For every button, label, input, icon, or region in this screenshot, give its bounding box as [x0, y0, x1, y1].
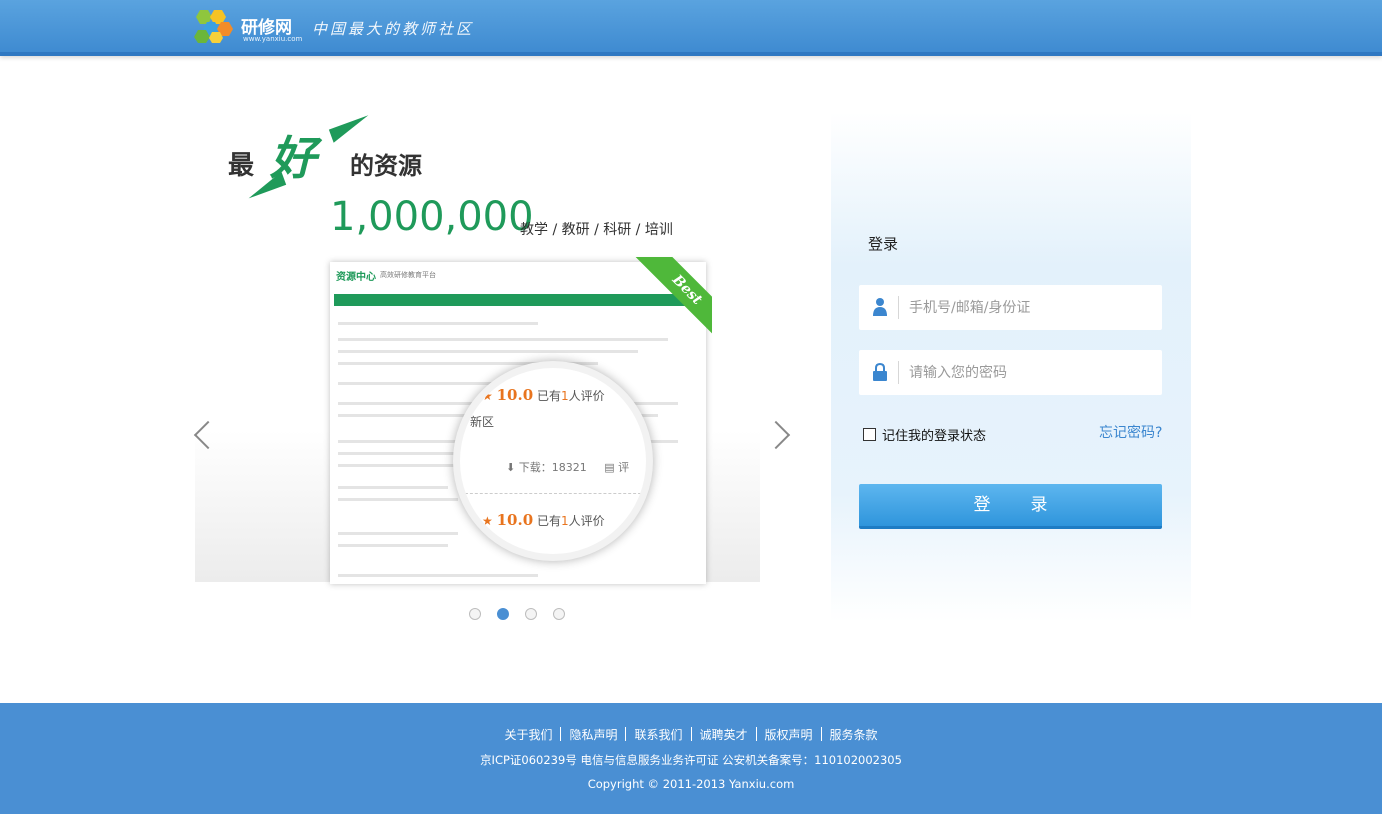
preview-text-line [338, 464, 458, 467]
lens-rating-row-top: ★ 10.0 已有1人评价 [482, 386, 605, 404]
carousel-dot[interactable] [525, 608, 537, 620]
preview-text-line [338, 544, 448, 547]
carousel-dot[interactable] [553, 608, 565, 620]
password-input[interactable] [907, 358, 1151, 388]
remember-me[interactable]: 记住我的登录状态 [863, 425, 986, 444]
preview-subtitle: 高效研修教育平台 [380, 271, 436, 279]
rating-count: 1 [560, 389, 569, 403]
logo-hexagons-icon[interactable] [192, 8, 236, 44]
lens-score: 10.0 [496, 386, 534, 404]
footer-link-contact[interactable]: 联系我们 [626, 728, 690, 742]
footer-link-terms[interactable]: 服务条款 [822, 728, 886, 742]
preview-text-line [338, 338, 668, 341]
preview-title: 资源中心 [336, 272, 376, 283]
lens-region-text: 新区 [470, 415, 495, 429]
download-arrow-icon: ⬇ [506, 461, 516, 474]
lens-download-row: ⬇ 下载：18321 ▤ 评 [506, 459, 629, 475]
lens-rating-row-bottom: ★ 10.0 已有1人评价 [482, 511, 605, 529]
logo-url: www.yanxiu.com [243, 35, 303, 43]
lock-icon [873, 362, 887, 381]
lens-downloads: 下载：18321 [518, 461, 587, 474]
username-input[interactable] [907, 293, 1151, 323]
footer-link-privacy[interactable]: 隐私声明 [561, 728, 625, 742]
username-field[interactable] [859, 285, 1162, 330]
hero-word-best: 最 [228, 151, 255, 181]
rating-text-a: 已有 [536, 514, 561, 528]
hero-word-good: 好 [270, 131, 316, 185]
login-button[interactable]: 登录 [859, 484, 1162, 529]
rating-count: 1 [560, 514, 569, 528]
preview-text-line [338, 498, 458, 501]
magnifier-lens: ★ 10.0 已有1人评价 新区 ⬇ 下载：18321 ▤ 评 ★ 10.0 已… [453, 361, 653, 561]
footer-link-copyright[interactable]: 版权声明 [757, 728, 821, 742]
swoosh-decoration [328, 115, 374, 143]
best-ribbon-label: Best [632, 257, 712, 337]
comment-icon: ▤ [604, 461, 615, 474]
footer-links: 关于我们 隐私声明 联系我们 诚聘英才 版权声明 服务条款 [0, 726, 1382, 743]
remember-label: 记住我的登录状态 [882, 429, 987, 444]
lens-score: 10.0 [496, 511, 534, 529]
best-ribbon: Best [632, 257, 712, 337]
footer-copyright: Copyright © 2011-2013 Yanxiu.com [587, 777, 795, 791]
rating-text-a: 已有 [536, 389, 561, 403]
hero-resource-count: 1,000,000 [330, 194, 534, 240]
lens-comment-partial: 评 [618, 461, 630, 474]
star-icon: ★ [482, 389, 493, 403]
header-slogan: 中国最大的教师社区 [312, 20, 475, 38]
footer: 关于我们 隐私声明 联系我们 诚聘英才 版权声明 服务条款 京ICP证060239号 电信… [0, 703, 1382, 814]
forgot-password-link[interactable]: 忘记密码? [1099, 422, 1162, 442]
carousel-dot[interactable] [469, 608, 481, 620]
login-title: 登录 [868, 235, 899, 253]
remember-checkbox[interactable] [863, 428, 876, 441]
rating-text-b: 人评价 [568, 514, 605, 528]
carousel-dot-active[interactable] [497, 608, 509, 620]
rating-text-b: 人评价 [568, 389, 605, 403]
carousel-next-arrow-icon[interactable] [761, 420, 791, 450]
hero-word-resources: 的资源 [350, 152, 422, 180]
lens-divider [460, 493, 646, 494]
password-field[interactable] [859, 350, 1162, 395]
preview-text-line [338, 350, 638, 353]
preview-text-line [338, 574, 538, 577]
hero-categories: 教学 / 教研 / 科研 / 培训 [520, 222, 673, 238]
footer-icp: 京ICP证060239号 电信与信息服务业务许可证 公安机关备案号：110102… [480, 753, 902, 767]
preview-text-line [338, 322, 538, 325]
star-icon: ★ [482, 514, 493, 528]
user-icon [873, 298, 887, 316]
preview-text-line [338, 486, 448, 489]
footer-link-about[interactable]: 关于我们 [496, 728, 560, 742]
top-header: 研修网 www.yanxiu.com 中国最大的教师社区 [0, 0, 1382, 56]
field-separator [898, 361, 899, 384]
footer-link-jobs[interactable]: 诚聘英才 [692, 728, 756, 742]
field-separator [898, 296, 899, 319]
preview-text-line [338, 532, 458, 535]
